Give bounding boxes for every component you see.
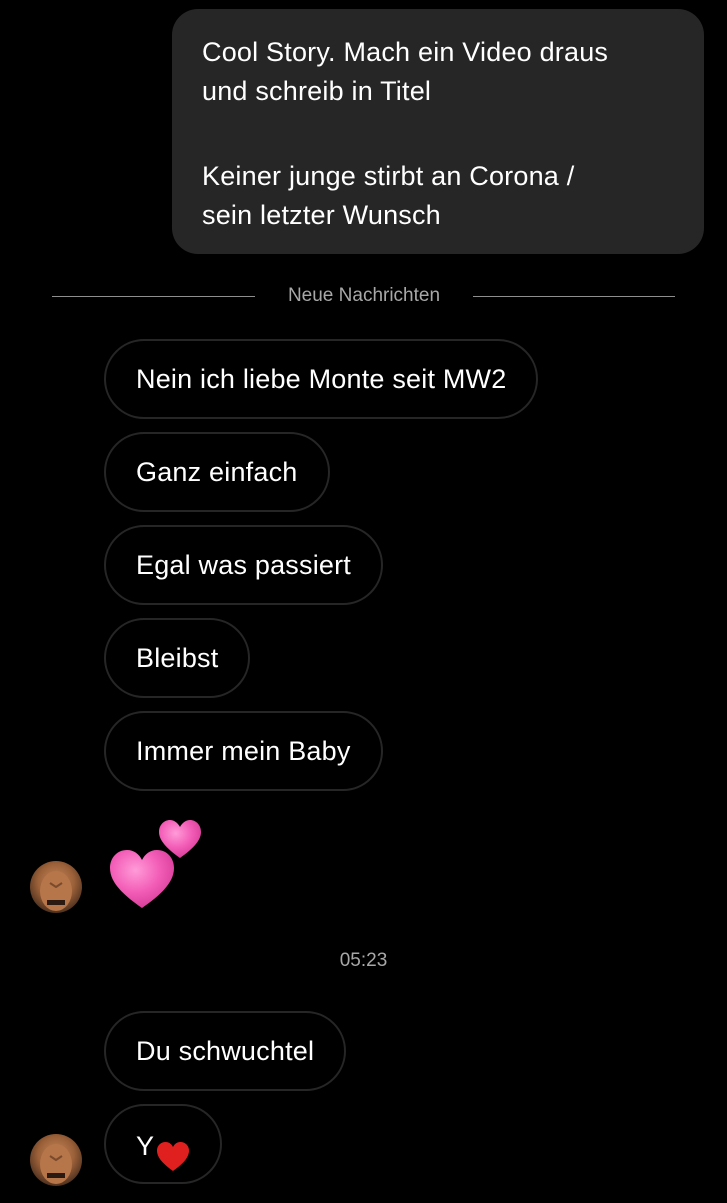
message-text: Egal was passiert — [136, 550, 351, 580]
red-heart-icon — [156, 1127, 190, 1171]
message-text: sein letzter Wunsch — [202, 200, 441, 230]
incoming-message-bubble[interactable]: Egal was passiert — [104, 525, 383, 605]
message-text: Keiner junge stirbt an Corona / — [202, 161, 575, 191]
message-text: Immer mein Baby — [136, 736, 351, 766]
divider-line — [473, 296, 675, 297]
incoming-message-bubble[interactable]: Bleibst — [104, 618, 251, 698]
message-text: Ganz einfach — [136, 457, 298, 487]
incoming-message-bubble[interactable]: Immer mein Baby — [104, 711, 383, 791]
message-text: Du schwuchtel — [136, 1036, 315, 1066]
timestamp-text: 05:23 — [339, 950, 388, 971]
incoming-message-bubble[interactable]: Du schwuchtel — [104, 1011, 347, 1091]
message-text: Cool Story. Mach ein Video draus — [202, 37, 609, 67]
new-messages-divider: Neue Nachrichten — [52, 284, 675, 310]
incoming-message-bubble[interactable]: Ganz einfach — [104, 432, 330, 512]
message-text: Nein ich liebe Monte seit MW2 — [136, 364, 507, 394]
timestamp: 05:23 — [0, 948, 727, 974]
incoming-message-bubble[interactable]: Nein ich liebe Monte seit MW2 — [104, 339, 539, 419]
message-text: Bleibst — [136, 643, 219, 673]
avatar[interactable] — [30, 861, 82, 913]
two-hearts-icon[interactable] — [106, 816, 206, 916]
outgoing-message-bubble[interactable]: Cool Story. Mach ein Video draus und sch… — [172, 9, 704, 254]
divider-line — [52, 296, 255, 297]
avatar[interactable] — [30, 1134, 82, 1186]
message-text: und schreib in Titel — [202, 76, 432, 106]
incoming-message-bubble[interactable]: Y — [104, 1104, 223, 1184]
message-text: Y — [136, 1130, 155, 1161]
new-messages-label: Neue Nachrichten — [287, 285, 441, 306]
